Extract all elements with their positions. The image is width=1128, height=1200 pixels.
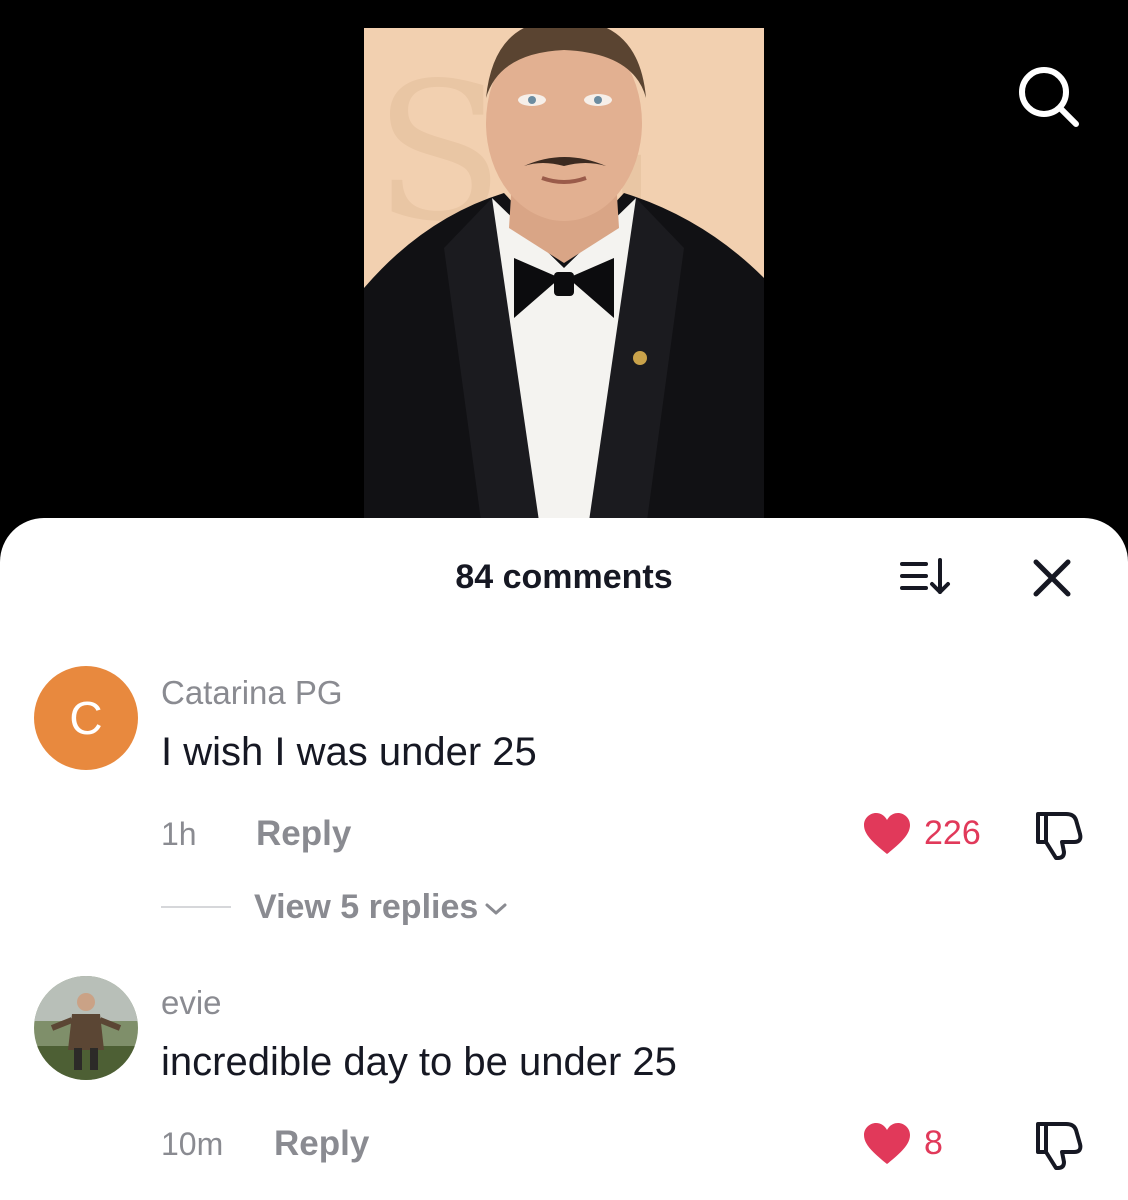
sort-button[interactable] xyxy=(896,554,958,602)
video-frame[interactable]: SG xyxy=(364,28,764,528)
like-count: 226 xyxy=(924,814,981,852)
like-count: 8 xyxy=(924,1124,943,1162)
close-icon xyxy=(1033,559,1071,597)
search-icon xyxy=(1019,67,1079,127)
heart-icon xyxy=(864,1123,910,1164)
video-player[interactable]: SG xyxy=(0,0,1128,540)
comment-username[interactable]: Catarina PG xyxy=(161,674,343,712)
comment-text: I wish I was under 25 xyxy=(161,730,537,774)
comments-count-title: 84 comments xyxy=(455,558,673,596)
like-button[interactable] xyxy=(862,812,912,861)
dislike-button[interactable] xyxy=(1030,806,1088,864)
search-button[interactable] xyxy=(1012,62,1084,134)
view-replies-button[interactable]: View 5 replies xyxy=(254,888,508,927)
thumbs-down-icon xyxy=(1036,812,1083,860)
avatar[interactable] xyxy=(34,976,138,1080)
comments-sheet: 84 comments C Catarina PG I wish I was u… xyxy=(0,518,1128,1200)
reply-button[interactable]: Reply xyxy=(274,1124,369,1164)
comment-time: 1h xyxy=(161,816,197,852)
view-replies-label: View 5 replies xyxy=(254,888,479,926)
heart-icon xyxy=(864,813,910,854)
chevron-down-icon xyxy=(485,903,507,915)
avatar-photo xyxy=(34,976,138,1080)
like-button[interactable] xyxy=(862,1122,912,1171)
replies-divider xyxy=(161,906,231,908)
comment-username[interactable]: evie xyxy=(161,984,222,1022)
reply-button[interactable]: Reply xyxy=(256,814,351,854)
comment-text: incredible day to be under 25 xyxy=(161,1040,677,1084)
dislike-button[interactable] xyxy=(1030,1116,1088,1174)
avatar[interactable]: C xyxy=(34,666,138,770)
comment-time: 10m xyxy=(161,1126,224,1162)
close-button[interactable] xyxy=(1024,550,1080,606)
video-image: SG xyxy=(364,28,764,528)
thumbs-down-icon xyxy=(1036,1122,1083,1170)
sort-icon xyxy=(900,558,950,594)
